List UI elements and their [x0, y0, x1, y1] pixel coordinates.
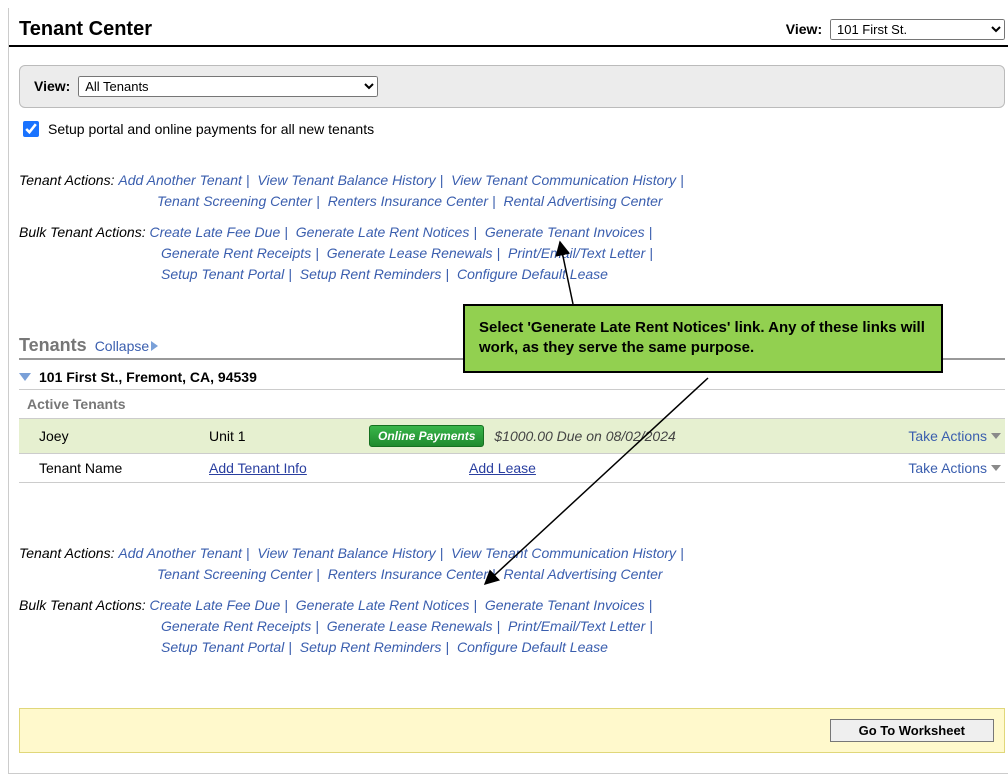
bulk-actions-label: Bulk Tenant Actions: — [19, 224, 146, 240]
header-row: Tenant Center View: 101 First St. — [9, 18, 1008, 47]
collapse-link[interactable]: Collapse — [95, 338, 158, 354]
create-late-fee-link[interactable]: Create Late Fee Due — [150, 597, 281, 613]
setup-rent-reminders-link[interactable]: Setup Rent Reminders — [300, 266, 442, 282]
renters-insurance-link[interactable]: Renters Insurance Center — [328, 193, 488, 209]
setup-rent-reminders-link[interactable]: Setup Rent Reminders — [300, 639, 442, 655]
tenant-actions-label: Tenant Actions: — [19, 545, 114, 561]
table-row: Joey Unit 1 Online Payments $1000.00 Due… — [19, 419, 1005, 454]
configure-default-lease-link[interactable]: Configure Default Lease — [457, 639, 608, 655]
collapse-label: Collapse — [95, 338, 149, 354]
print-email-text-letter-link[interactable]: Print/Email/Text Letter — [508, 245, 645, 261]
generate-rent-receipts-link[interactable]: Generate Rent Receipts — [161, 618, 311, 634]
add-lease-link[interactable]: Add Lease — [469, 460, 536, 476]
tenants-heading: Tenants — [19, 335, 87, 356]
worksheet-bar: Go To Worksheet — [19, 708, 1005, 753]
create-late-fee-link[interactable]: Create Late Fee Due — [150, 224, 281, 240]
configure-default-lease-link[interactable]: Configure Default Lease — [457, 266, 608, 282]
annotation-callout: Select 'Generate Late Rent Notices' link… — [463, 304, 943, 373]
add-tenant-info-link[interactable]: Add Tenant Info — [209, 460, 307, 476]
renters-insurance-link[interactable]: Renters Insurance Center — [328, 566, 488, 582]
bulk-actions-label: Bulk Tenant Actions: — [19, 597, 146, 613]
header-view-label: View: — [786, 21, 822, 37]
add-another-tenant-link[interactable]: Add Another Tenant — [118, 545, 242, 561]
bulk-actions-bottom: Bulk Tenant Actions: Create Late Fee Due… — [19, 595, 1005, 658]
online-payments-badge[interactable]: Online Payments — [369, 425, 484, 447]
caret-down-icon — [991, 465, 1001, 471]
take-actions-label: Take Actions — [908, 460, 987, 476]
tenant-name: Joey — [39, 428, 209, 444]
generate-late-rent-notices-link[interactable]: Generate Late Rent Notices — [296, 224, 470, 240]
setup-portal-checkbox[interactable] — [23, 121, 39, 137]
filter-view-select[interactable]: All Tenants — [78, 76, 378, 97]
view-balance-history-link[interactable]: View Tenant Balance History — [257, 172, 435, 188]
filter-box: View: All Tenants — [19, 65, 1005, 108]
tenant-center-panel: Tenant Center View: 101 First St. View: … — [8, 8, 1008, 774]
tenant-unit: Unit 1 — [209, 428, 369, 444]
tenant-screening-link[interactable]: Tenant Screening Center — [157, 193, 312, 209]
header-view-group: View: 101 First St. — [786, 19, 1005, 40]
generate-lease-renewals-link[interactable]: Generate Lease Renewals — [327, 618, 493, 634]
table-row: Tenant Name Add Tenant Info Add Lease Ta… — [19, 454, 1005, 483]
caret-down-icon — [991, 433, 1001, 439]
tenant-actions-bottom: Tenant Actions: Add Another Tenant| View… — [19, 543, 1005, 585]
active-tenants-heading: Active Tenants — [19, 390, 1005, 419]
setup-portal-row: Setup portal and online payments for all… — [19, 118, 1005, 140]
rental-advertising-link[interactable]: Rental Advertising Center — [504, 193, 663, 209]
take-actions-menu[interactable]: Take Actions — [908, 460, 1001, 476]
take-actions-label: Take Actions — [908, 428, 987, 444]
filter-view-label: View: — [34, 78, 70, 94]
payment-info: $1000.00 Due on 08/02/2024 — [484, 428, 908, 444]
take-actions-menu[interactable]: Take Actions — [908, 428, 1001, 444]
page-title: Tenant Center — [19, 18, 152, 41]
add-another-tenant-link[interactable]: Add Another Tenant — [118, 172, 242, 188]
tenant-actions-top: Tenant Actions: Add Another Tenant| View… — [19, 170, 1005, 212]
go-to-worksheet-button[interactable]: Go To Worksheet — [830, 719, 994, 742]
generate-tenant-invoices-link[interactable]: Generate Tenant Invoices — [485, 224, 645, 240]
header-view-select[interactable]: 101 First St. — [830, 19, 1005, 40]
chevron-down-icon — [19, 373, 31, 381]
tenant-name: Tenant Name — [39, 460, 209, 476]
generate-late-rent-notices-link[interactable]: Generate Late Rent Notices — [296, 597, 470, 613]
tenant-actions-label: Tenant Actions: — [19, 172, 114, 188]
setup-tenant-portal-link[interactable]: Setup Tenant Portal — [161, 639, 284, 655]
tenant-screening-link[interactable]: Tenant Screening Center — [157, 566, 312, 582]
generate-lease-renewals-link[interactable]: Generate Lease Renewals — [327, 245, 493, 261]
generate-rent-receipts-link[interactable]: Generate Rent Receipts — [161, 245, 311, 261]
bulk-actions-top: Bulk Tenant Actions: Create Late Fee Due… — [19, 222, 1005, 285]
setup-portal-label: Setup portal and online payments for all… — [48, 121, 374, 137]
view-comm-history-link[interactable]: View Tenant Communication History — [451, 172, 676, 188]
generate-tenant-invoices-link[interactable]: Generate Tenant Invoices — [485, 597, 645, 613]
rental-advertising-link[interactable]: Rental Advertising Center — [504, 566, 663, 582]
property-name: 101 First St., Fremont, CA, 94539 — [39, 369, 257, 385]
setup-tenant-portal-link[interactable]: Setup Tenant Portal — [161, 266, 284, 282]
chevron-right-icon — [151, 341, 158, 351]
view-balance-history-link[interactable]: View Tenant Balance History — [257, 545, 435, 561]
view-comm-history-link[interactable]: View Tenant Communication History — [451, 545, 676, 561]
print-email-text-letter-link[interactable]: Print/Email/Text Letter — [508, 618, 645, 634]
